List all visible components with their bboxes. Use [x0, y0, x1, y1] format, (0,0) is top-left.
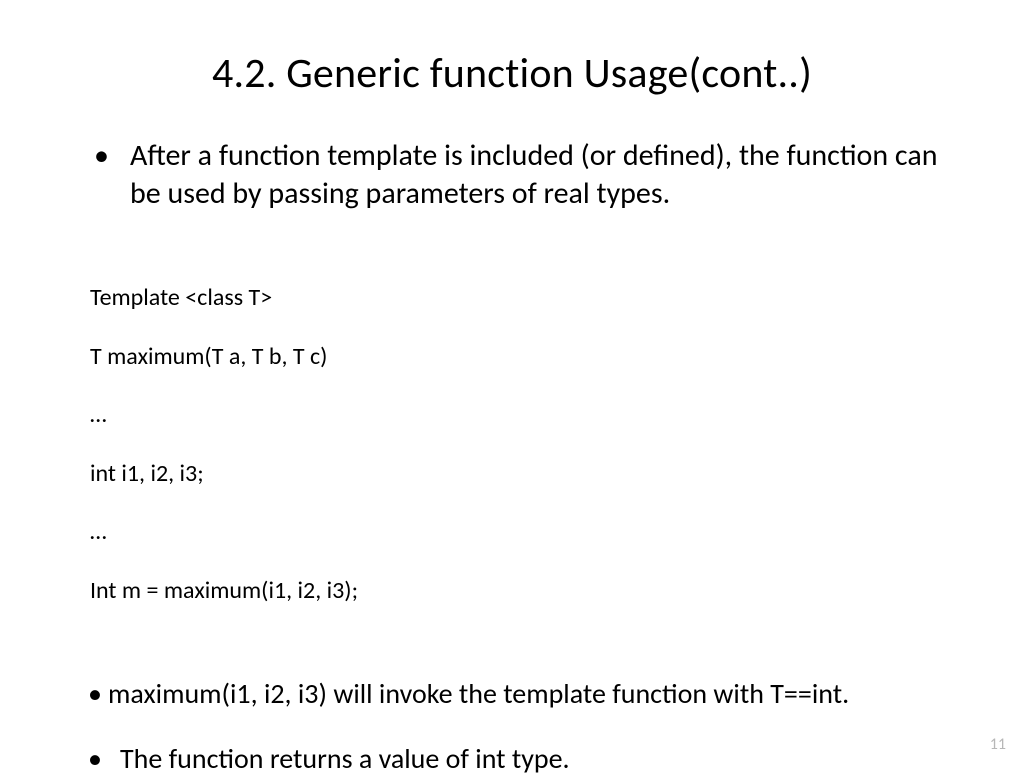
code-line: int i1, i2, i3; [90, 459, 944, 488]
bullet-text: After a function template is included (o… [130, 137, 937, 212]
bullet-text: maximum(i1, i2, i3) will invoke the temp… [108, 676, 944, 712]
bullet-item: After a function template is included (o… [130, 137, 944, 212]
code-block: Template <class T> T maximum(T a, T b, T… [80, 254, 944, 634]
bullet-item: The function returns a value of int type… [120, 741, 944, 777]
page-number: 11 [990, 735, 1006, 754]
slide-title: 4.2. Generic function Usage(cont..) [80, 48, 944, 99]
code-line: Template <class T> [90, 283, 944, 312]
code-line: Int m = maximum(i1, i2, i3); [90, 576, 944, 605]
slide: 4.2. Generic function Usage(cont..) Afte… [0, 0, 1024, 768]
code-line: … [90, 400, 944, 429]
code-line: … [90, 517, 944, 546]
bullet-text: The function returns a value of int type… [120, 741, 570, 776]
bullet-item: maximum(i1, i2, i3) will invoke the temp… [120, 676, 944, 712]
bullet-list-bottom: maximum(i1, i2, i3) will invoke the temp… [80, 676, 944, 777]
bullet-list-top: After a function template is included (o… [80, 137, 944, 212]
code-line: T maximum(T a, T b, T c) [90, 342, 944, 371]
